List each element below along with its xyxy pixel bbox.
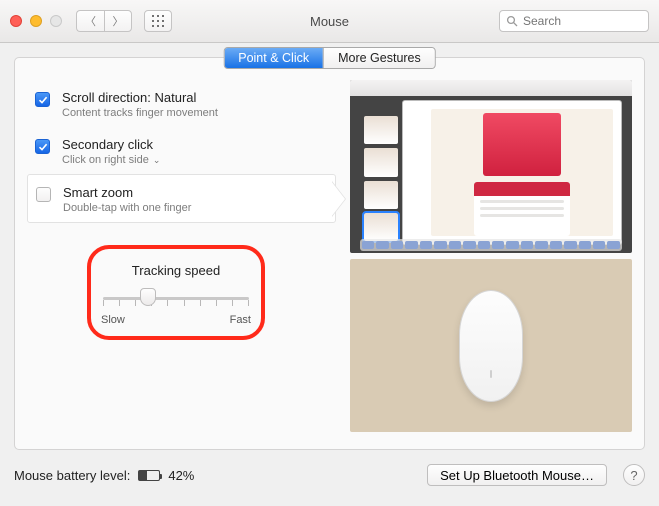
forward-button[interactable]: 〉 [104, 10, 132, 32]
smart-zoom-checkbox[interactable] [36, 187, 51, 202]
option-scroll-direction[interactable]: Scroll direction: Natural Content tracks… [27, 80, 336, 127]
chevron-right-icon: 〉 [113, 13, 124, 29]
preferences-panel: Point & Click More Gestures Scroll direc… [14, 57, 645, 450]
option-secondary-click[interactable]: Secondary click Click on right side ⌄ [27, 127, 336, 174]
secondary-click-checkbox[interactable] [35, 139, 50, 154]
close-window-button[interactable] [10, 15, 22, 27]
smart-zoom-label: Smart zoom [63, 185, 191, 200]
scroll-direction-checkbox[interactable] [35, 92, 50, 107]
zoom-window-button [50, 15, 62, 27]
tracking-speed-label: Tracking speed [99, 263, 253, 278]
back-button[interactable]: 〈 [76, 10, 104, 32]
scroll-direction-label: Scroll direction: Natural [62, 90, 218, 105]
tab-group: Point & Click More Gestures [223, 47, 436, 69]
scroll-direction-sub: Content tracks finger movement [62, 107, 218, 119]
gesture-preview-video [350, 80, 632, 253]
chevron-left-icon: 〈 [85, 13, 96, 29]
tracking-speed-highlight: Tracking speed Slow Fast [87, 245, 265, 340]
battery-percentage: 42% [168, 468, 194, 483]
show-all-button[interactable] [144, 10, 172, 32]
help-button[interactable]: ? [623, 464, 645, 486]
tab-more-gestures[interactable]: More Gestures [323, 48, 435, 68]
magic-mouse-icon [459, 290, 523, 402]
battery-level-label: Mouse battery level: [14, 468, 130, 483]
window-controls [10, 15, 62, 27]
tab-point-and-click[interactable]: Point & Click [224, 48, 323, 68]
setup-bluetooth-mouse-button[interactable]: Set Up Bluetooth Mouse… [427, 464, 607, 486]
window-titlebar: 〈 〉 Mouse [0, 0, 659, 43]
tracking-speed-slider[interactable] [99, 288, 253, 308]
slider-fast-label: Fast [230, 314, 251, 326]
smart-zoom-sub: Double-tap with one finger [63, 202, 191, 214]
slider-slow-label: Slow [101, 314, 125, 326]
chevron-down-icon: ⌄ [153, 155, 161, 166]
minimize-window-button[interactable] [30, 15, 42, 27]
battery-icon [138, 470, 160, 481]
option-smart-zoom[interactable]: Smart zoom Double-tap with one finger [27, 174, 336, 223]
footer: Mouse battery level: 42% Set Up Bluetoot… [0, 458, 659, 486]
search-field[interactable] [499, 10, 649, 32]
search-icon [506, 15, 518, 27]
slider-knob[interactable] [140, 288, 156, 306]
search-input[interactable] [523, 14, 642, 28]
secondary-click-label: Secondary click [62, 137, 160, 152]
grid-icon [152, 15, 164, 27]
secondary-click-dropdown[interactable]: Click on right side ⌄ [62, 154, 160, 166]
mouse-illustration [350, 259, 632, 432]
